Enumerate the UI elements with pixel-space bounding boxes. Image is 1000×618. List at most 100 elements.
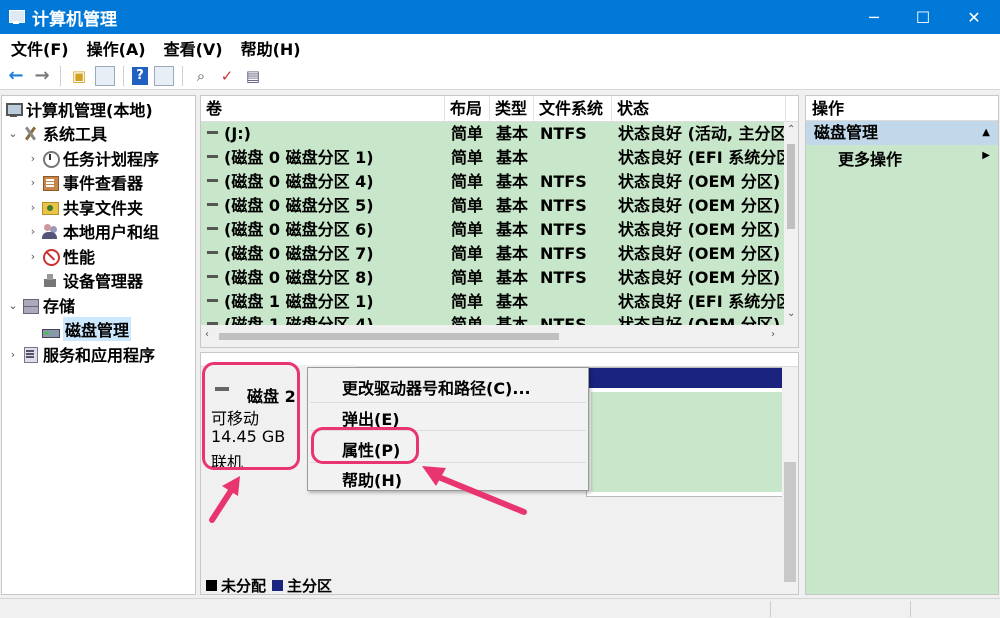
volume-status: 状态良好 (OEM 分区) xyxy=(618,244,781,263)
volume-name-cell: (磁盘 1 磁盘分区 1) xyxy=(201,290,445,314)
shared-folder-icon xyxy=(42,199,59,216)
chevron-right-icon[interactable]: › xyxy=(27,176,39,189)
menu-item-help[interactable]: 帮助(H) xyxy=(342,467,402,491)
volume-type: 基本 xyxy=(496,172,529,191)
volume-row[interactable]: (磁盘 1 磁盘分区 1) 简单 基本 状态良好 (EFI 系统分区 xyxy=(201,290,786,314)
volume-type: 基本 xyxy=(496,148,529,167)
volume-name: (磁盘 0 磁盘分区 5) xyxy=(224,196,374,215)
volume-row[interactable]: (磁盘 0 磁盘分区 8) 简单 基本 NTFS 状态良好 (OEM 分区) xyxy=(201,266,786,290)
tree-item-performance[interactable]: › 性能 xyxy=(27,244,95,268)
menu-file[interactable]: 文件(F) xyxy=(0,36,76,60)
disk-label-highlight xyxy=(202,362,300,470)
column-header-volume[interactable]: 卷 xyxy=(201,96,445,122)
column-header-status[interactable]: 状态 xyxy=(612,96,786,122)
chevron-right-icon[interactable]: › xyxy=(7,348,19,361)
volume-name-cell: (磁盘 0 磁盘分区 6) xyxy=(201,218,445,242)
menu-action[interactable]: 操作(A) xyxy=(76,36,153,60)
connect-icon[interactable]: ⌕ xyxy=(191,66,211,86)
menu-help[interactable]: 帮助(H) xyxy=(230,36,308,60)
primary-partition-header xyxy=(587,368,798,388)
volume-vertical-scrollbar[interactable]: ⌃ ⌄ xyxy=(784,122,798,325)
volume-status: 状态良好 (OEM 分区) xyxy=(618,220,781,239)
tree-item-local-users[interactable]: › 本地用户和组 xyxy=(27,219,159,243)
scroll-right-icon[interactable]: › xyxy=(771,329,775,340)
volume-name-cell: (磁盘 0 磁盘分区 1) xyxy=(201,146,445,170)
chevron-right-icon[interactable]: › xyxy=(27,201,39,214)
scroll-down-icon[interactable]: ⌄ xyxy=(787,308,795,319)
maximize-button[interactable]: ☐ xyxy=(900,0,946,34)
tree-item-computer-management[interactable]: 计算机管理(本地) xyxy=(5,97,153,121)
scroll-up-icon[interactable]: ⌃ xyxy=(787,124,795,135)
volume-row[interactable]: (磁盘 0 磁盘分区 5) 简单 基本 NTFS 状态良好 (OEM 分区) xyxy=(201,194,786,218)
column-header-type[interactable]: 类型 xyxy=(490,96,534,122)
scroll-left-icon[interactable]: ‹ xyxy=(205,329,209,340)
minimize-button[interactable]: ─ xyxy=(851,0,897,34)
tree-item-event-viewer[interactable]: › 事件查看器 xyxy=(27,170,143,194)
tree-item-label: 任务计划程序 xyxy=(63,150,160,169)
volume-layout: 简单 xyxy=(451,172,484,191)
toolbar-separator xyxy=(123,65,124,86)
more-actions-link[interactable]: 更多操作 xyxy=(838,146,902,170)
status-bar xyxy=(0,598,1000,618)
actions-section-disk-management[interactable]: 磁盘管理 ▲ xyxy=(806,121,998,145)
tree-item-label: 性能 xyxy=(63,248,96,267)
tree-item-disk-management[interactable]: 磁盘管理 xyxy=(27,317,132,341)
tree-item-task-scheduler[interactable]: › 任务计划程序 xyxy=(27,146,159,170)
computer-management-icon xyxy=(8,8,26,26)
volume-layout: 简单 xyxy=(451,292,484,311)
volume-row[interactable]: (磁盘 0 磁盘分区 6) 简单 基本 NTFS 状态良好 (OEM 分区) xyxy=(201,218,786,242)
volume-icon xyxy=(207,179,218,182)
tools-icon xyxy=(22,125,39,142)
properties-icon[interactable]: ✓ xyxy=(217,66,237,86)
disk-vertical-scrollbar[interactable] xyxy=(782,367,798,594)
status-cell xyxy=(910,601,1000,617)
scrollbar-thumb[interactable] xyxy=(784,462,796,582)
volume-filesystem: NTFS xyxy=(540,124,587,143)
volume-name: (磁盘 0 磁盘分区 4) xyxy=(224,172,374,191)
volume-filesystem xyxy=(534,146,612,170)
tree-item-label: 服务和应用程序 xyxy=(43,346,156,365)
volume-name-cell: (磁盘 0 磁盘分区 4) xyxy=(201,170,445,194)
volume-type: 基本 xyxy=(496,196,529,215)
tree-item-system-tools[interactable]: ⌄ 系统工具 xyxy=(7,121,107,145)
volume-horizontal-scrollbar[interactable]: ‹ › xyxy=(201,325,798,347)
volume-name-cell: (磁盘 0 磁盘分区 8) xyxy=(201,266,445,290)
chevron-right-icon[interactable]: › xyxy=(27,225,39,238)
toolbar-separator xyxy=(60,65,61,86)
actions-section-label: 磁盘管理 xyxy=(814,123,879,142)
column-header-layout[interactable]: 布局 xyxy=(445,96,490,122)
scrollbar-thumb[interactable] xyxy=(787,144,795,229)
volume-status: 状态良好 (EFI 系统分区 xyxy=(618,292,786,311)
menu-bar: 文件(F) 操作(A) 查看(V) 帮助(H) xyxy=(0,34,1000,62)
disk-2-partition[interactable] xyxy=(586,367,798,497)
tree-item-services-apps[interactable]: › 服务和应用程序 xyxy=(7,342,155,366)
forward-arrow-icon[interactable]: → xyxy=(32,65,52,86)
show-hide-action-icon[interactable] xyxy=(154,65,174,86)
volume-row[interactable]: (磁盘 0 磁盘分区 4) 简单 基本 NTFS 状态良好 (OEM 分区) xyxy=(201,170,786,194)
volume-row[interactable]: (磁盘 0 磁盘分区 7) 简单 基本 NTFS 状态良好 (OEM 分区) xyxy=(201,242,786,266)
volume-status: 状态良好 (OEM 分区) xyxy=(618,268,781,287)
close-button[interactable]: ✕ xyxy=(951,0,997,34)
tree-item-storage[interactable]: ⌄ 存储 xyxy=(7,293,75,317)
tree-item-shared-folders[interactable]: › 共享文件夹 xyxy=(27,195,143,219)
show-hide-tree-icon[interactable] xyxy=(95,65,115,86)
volume-row[interactable]: (J:) 简单 基本 NTFS 状态良好 (活动, 主分区 xyxy=(201,122,786,146)
collapse-triangle-icon[interactable]: ▲ xyxy=(982,121,990,145)
chevron-right-icon[interactable]: › xyxy=(27,250,39,263)
menu-view[interactable]: 查看(V) xyxy=(153,36,230,60)
chevron-down-icon[interactable]: ⌄ xyxy=(7,299,19,312)
chevron-right-icon[interactable]: › xyxy=(27,152,39,165)
volume-row[interactable]: (磁盘 0 磁盘分区 1) 简单 基本 状态良好 (EFI 系统分区 xyxy=(201,146,786,170)
up-folder-icon[interactable]: ▣ xyxy=(69,66,89,86)
help-icon[interactable]: ? xyxy=(132,66,148,85)
menu-item-change-drive-letter[interactable]: 更改驱动器号和路径(C)... xyxy=(342,375,531,399)
tree-item-device-manager[interactable]: 设备管理器 xyxy=(27,268,143,292)
scrollbar-thumb[interactable] xyxy=(219,333,559,340)
primary-partition-swatch xyxy=(272,580,284,591)
clock-icon xyxy=(42,150,60,168)
column-header-filesystem[interactable]: 文件系统 xyxy=(534,96,612,122)
options-icon[interactable]: ▤ xyxy=(243,66,263,86)
chevron-down-icon[interactable]: ⌄ xyxy=(7,127,19,140)
actions-header: 操作 xyxy=(806,96,998,121)
back-arrow-icon[interactable]: ← xyxy=(6,65,26,86)
